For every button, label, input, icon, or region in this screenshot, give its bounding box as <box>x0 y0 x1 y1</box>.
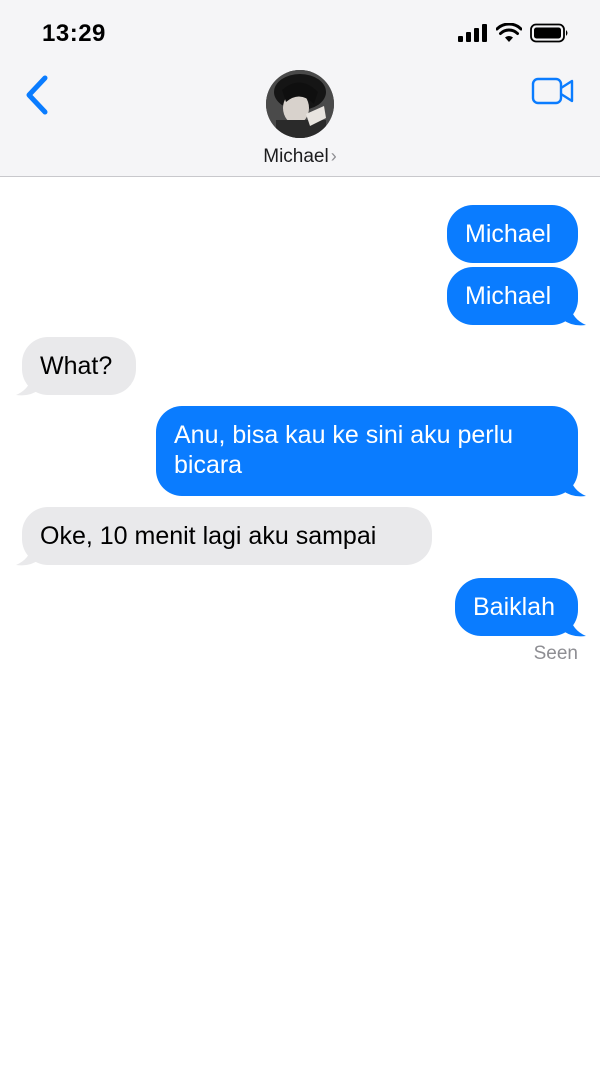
bubble-tail-sent <box>562 476 586 497</box>
message-bubble-sent[interactable]: Baiklah <box>455 578 578 636</box>
message-text: Anu, bisa kau ke sini aku perlu bicara <box>174 421 514 479</box>
contact-name-button[interactable]: Michael › <box>0 146 600 168</box>
cellular-signal-icon <box>458 24 487 42</box>
message-text: Oke, 10 menit lagi aku sampai <box>40 522 377 550</box>
message-text: What? <box>40 352 113 380</box>
conversation-header: 13:29 Michael › <box>0 0 600 177</box>
read-receipt: Seen <box>533 643 578 664</box>
avatar-image <box>266 70 334 138</box>
contact-avatar[interactable] <box>266 70 334 138</box>
bubble-tail-received <box>16 545 40 566</box>
back-button[interactable] <box>22 74 52 116</box>
message-bubble-sent[interactable]: Anu, bisa kau ke sini aku perlu bicara <box>156 406 578 496</box>
messages-screen: 13:29 Michael › Michael Michael What? An… <box>0 0 600 1074</box>
video-camera-icon <box>531 77 574 105</box>
message-bubble-sent[interactable]: Michael <box>447 267 578 325</box>
video-call-button[interactable] <box>531 76 575 106</box>
battery-icon <box>530 23 568 43</box>
bubble-tail-sent <box>562 305 586 326</box>
message-bubble-sent[interactable]: Michael <box>447 205 578 263</box>
contact-name: Michael <box>263 146 329 167</box>
wifi-icon <box>496 23 522 42</box>
bubble-tail-sent <box>562 616 586 637</box>
chevron-right-icon: › <box>330 146 337 166</box>
message-text: Baiklah <box>473 593 555 621</box>
bubble-tail-received <box>16 375 40 396</box>
message-text: Michael <box>465 282 552 310</box>
status-time: 13:29 <box>42 20 106 47</box>
message-text: Michael <box>465 220 552 248</box>
status-icons <box>458 22 570 44</box>
chevron-left-icon <box>26 75 48 115</box>
message-bubble-received[interactable]: Oke, 10 menit lagi aku sampai <box>22 507 432 565</box>
